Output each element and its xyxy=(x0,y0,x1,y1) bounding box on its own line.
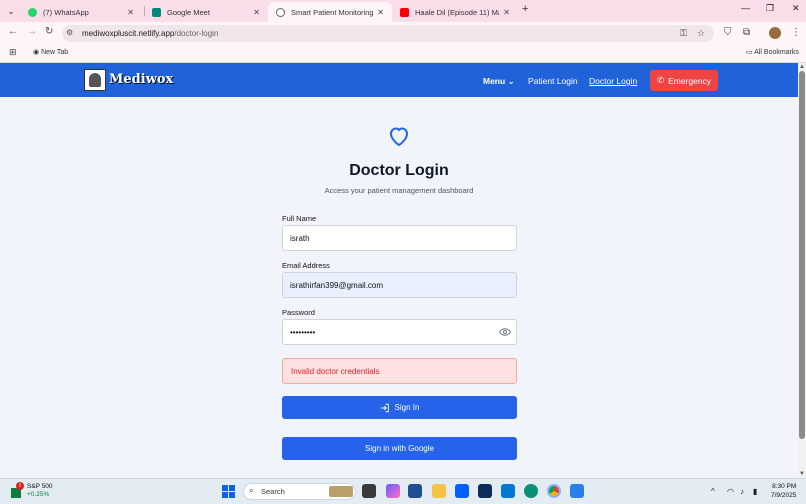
bookmarks-bar xyxy=(0,44,806,63)
apps-grid-icon[interactable]: ⊞ xyxy=(9,47,17,58)
nav-patient-login[interactable]: Patient Login xyxy=(528,76,578,86)
full-name-input[interactable]: israth xyxy=(282,225,517,251)
password-input[interactable]: ••••••••• xyxy=(282,319,517,345)
tab-title: (7) WhatsApp xyxy=(43,7,89,17)
all-bookmarks[interactable]: ▭ All Bookmarks xyxy=(746,48,799,56)
email-label: Email Address xyxy=(282,261,330,270)
login-icon xyxy=(380,403,389,412)
password-key-icon[interactable]: ⚿ xyxy=(680,28,687,39)
close-window-icon[interactable]: ✕ xyxy=(792,3,800,14)
page-title: Doctor Login xyxy=(349,162,449,179)
scroll-up-icon[interactable]: ▲ xyxy=(799,64,805,70)
show-password-eye-icon[interactable] xyxy=(499,327,511,337)
bookmark-label: New Tab xyxy=(41,49,69,56)
url-text[interactable]: mediwoxpluscit.netlify.app/doctor-login xyxy=(82,29,218,38)
tray-chevron-icon[interactable]: ^ xyxy=(711,487,715,496)
chevron-down-icon: ⌄ xyxy=(507,76,515,86)
windows-start-icon[interactable] xyxy=(222,485,235,498)
logo-emblem-icon xyxy=(89,73,101,87)
meet-icon xyxy=(152,7,161,17)
windows-taskbar xyxy=(0,478,806,504)
back-icon[interactable]: ← xyxy=(8,26,18,37)
youtube-icon xyxy=(400,7,409,17)
phone-icon: ✆ xyxy=(656,75,665,85)
close-tab-icon[interactable]: ✕ xyxy=(127,8,134,17)
reload-icon[interactable]: ↻ xyxy=(45,26,53,37)
battery-icon[interactable]: ▮ xyxy=(753,487,757,496)
heart-icon xyxy=(390,127,408,146)
wifi-icon[interactable]: ◠ xyxy=(727,487,734,496)
error-alert: Invalid doctor credentials xyxy=(282,358,517,384)
password-label: Password xyxy=(282,308,315,317)
stock-name: S&P 500 xyxy=(27,483,53,490)
extensions-icon[interactable]: ⧉ xyxy=(743,27,750,38)
close-tab-icon[interactable]: ✕ xyxy=(253,8,260,17)
tab-title: Smart Patient Monitoring Syste xyxy=(291,7,374,17)
app-icon[interactable] xyxy=(478,484,492,498)
tab-smart-patient-monitoring[interactable]: Smart Patient Monitoring Syste ✕ xyxy=(268,2,392,22)
full-name-label: Full Name xyxy=(282,214,317,223)
search-icon: ⌕ xyxy=(249,486,254,495)
remote-desktop-icon[interactable] xyxy=(570,484,584,498)
emergency-label: Emergency xyxy=(668,75,712,86)
google-sign-in-button[interactable]: Sign in with Google xyxy=(282,437,517,460)
chrome-icon[interactable] xyxy=(547,484,561,498)
close-tab-icon[interactable]: ✕ xyxy=(377,8,384,17)
nav-menu-label: Menu xyxy=(483,76,506,86)
taskbar-clock[interactable]: 8:30 PM 7/9/2025 xyxy=(771,482,796,500)
notification-badge: 1 xyxy=(16,482,24,490)
file-explorer-icon[interactable] xyxy=(432,484,446,498)
bookmark-new-tab[interactable]: ◉ New Tab xyxy=(33,48,68,56)
volume-icon[interactable]: ♪ xyxy=(740,487,744,496)
nav-menu[interactable]: Menu ⌄ xyxy=(483,76,515,87)
tab-google-meet[interactable]: Google Meet ✕ xyxy=(144,2,268,22)
tab-whatsapp[interactable]: (7) WhatsApp ✕ xyxy=(20,2,142,22)
brand-name[interactable]: Mediwox xyxy=(109,72,173,87)
whatsapp-icon xyxy=(28,7,37,17)
nav-doctor-login[interactable]: Doctor Login xyxy=(589,76,637,86)
site-info-icon[interactable]: ⚙ xyxy=(66,28,73,37)
more-menu-icon[interactable]: ⋮ xyxy=(791,27,801,38)
tab-search-button[interactable]: ⌄ xyxy=(4,4,18,18)
email-input[interactable]: israthirfan399@gmail.com xyxy=(282,272,517,298)
url-host: mediwoxpluscit.netlify.app xyxy=(82,29,175,38)
forward-icon[interactable]: → xyxy=(27,26,37,37)
tab-title: Google Meet xyxy=(167,7,210,17)
sign-in-button[interactable]: Sign In xyxy=(282,396,517,419)
profile-avatar[interactable] xyxy=(769,27,781,39)
scroll-down-icon[interactable]: ▼ xyxy=(799,471,805,477)
tab-youtube[interactable]: Haale Dil (Episode 11) Manisha ✕ xyxy=(392,2,518,22)
google-sign-in-label: Sign in with Google xyxy=(365,444,434,453)
task-view-icon[interactable] xyxy=(362,484,376,498)
new-tab-button[interactable]: + xyxy=(522,3,528,15)
restore-icon[interactable]: ❐ xyxy=(766,3,774,14)
tab-title: Haale Dil (Episode 11) Manisha xyxy=(415,7,499,17)
page-subtitle: Access your patient management dashboard xyxy=(324,186,474,195)
shield-icon[interactable]: ⛉ xyxy=(724,27,732,38)
globe-icon xyxy=(276,7,285,17)
emergency-button[interactable]: ✆ Emergency xyxy=(650,70,718,91)
dropbox-icon[interactable] xyxy=(455,484,469,498)
stock-change: +0.25% xyxy=(27,491,50,498)
bookmark-label: All Bookmarks xyxy=(754,49,799,56)
bookmark-star-icon[interactable]: ☆ xyxy=(697,28,705,39)
close-tab-icon[interactable]: ✕ xyxy=(503,8,510,17)
edge-icon[interactable] xyxy=(524,484,538,498)
outlook-icon[interactable] xyxy=(501,484,515,498)
mediwox-logo[interactable] xyxy=(84,69,106,91)
store-icon[interactable] xyxy=(408,484,422,498)
sign-in-label: Sign In xyxy=(394,403,420,412)
minimize-icon[interactable]: — xyxy=(741,3,750,13)
url-path: /doctor-login xyxy=(174,29,219,38)
clock-time: 8:30 PM xyxy=(772,483,797,490)
copilot-icon[interactable] xyxy=(386,484,400,498)
search-highlight-image xyxy=(329,486,353,497)
scrollbar-thumb[interactable] xyxy=(799,71,805,439)
clock-date: 7/9/2025 xyxy=(771,492,797,499)
search-placeholder: Search xyxy=(261,487,285,496)
stock-widget[interactable]: S&P 500 +0.25% xyxy=(27,483,53,499)
